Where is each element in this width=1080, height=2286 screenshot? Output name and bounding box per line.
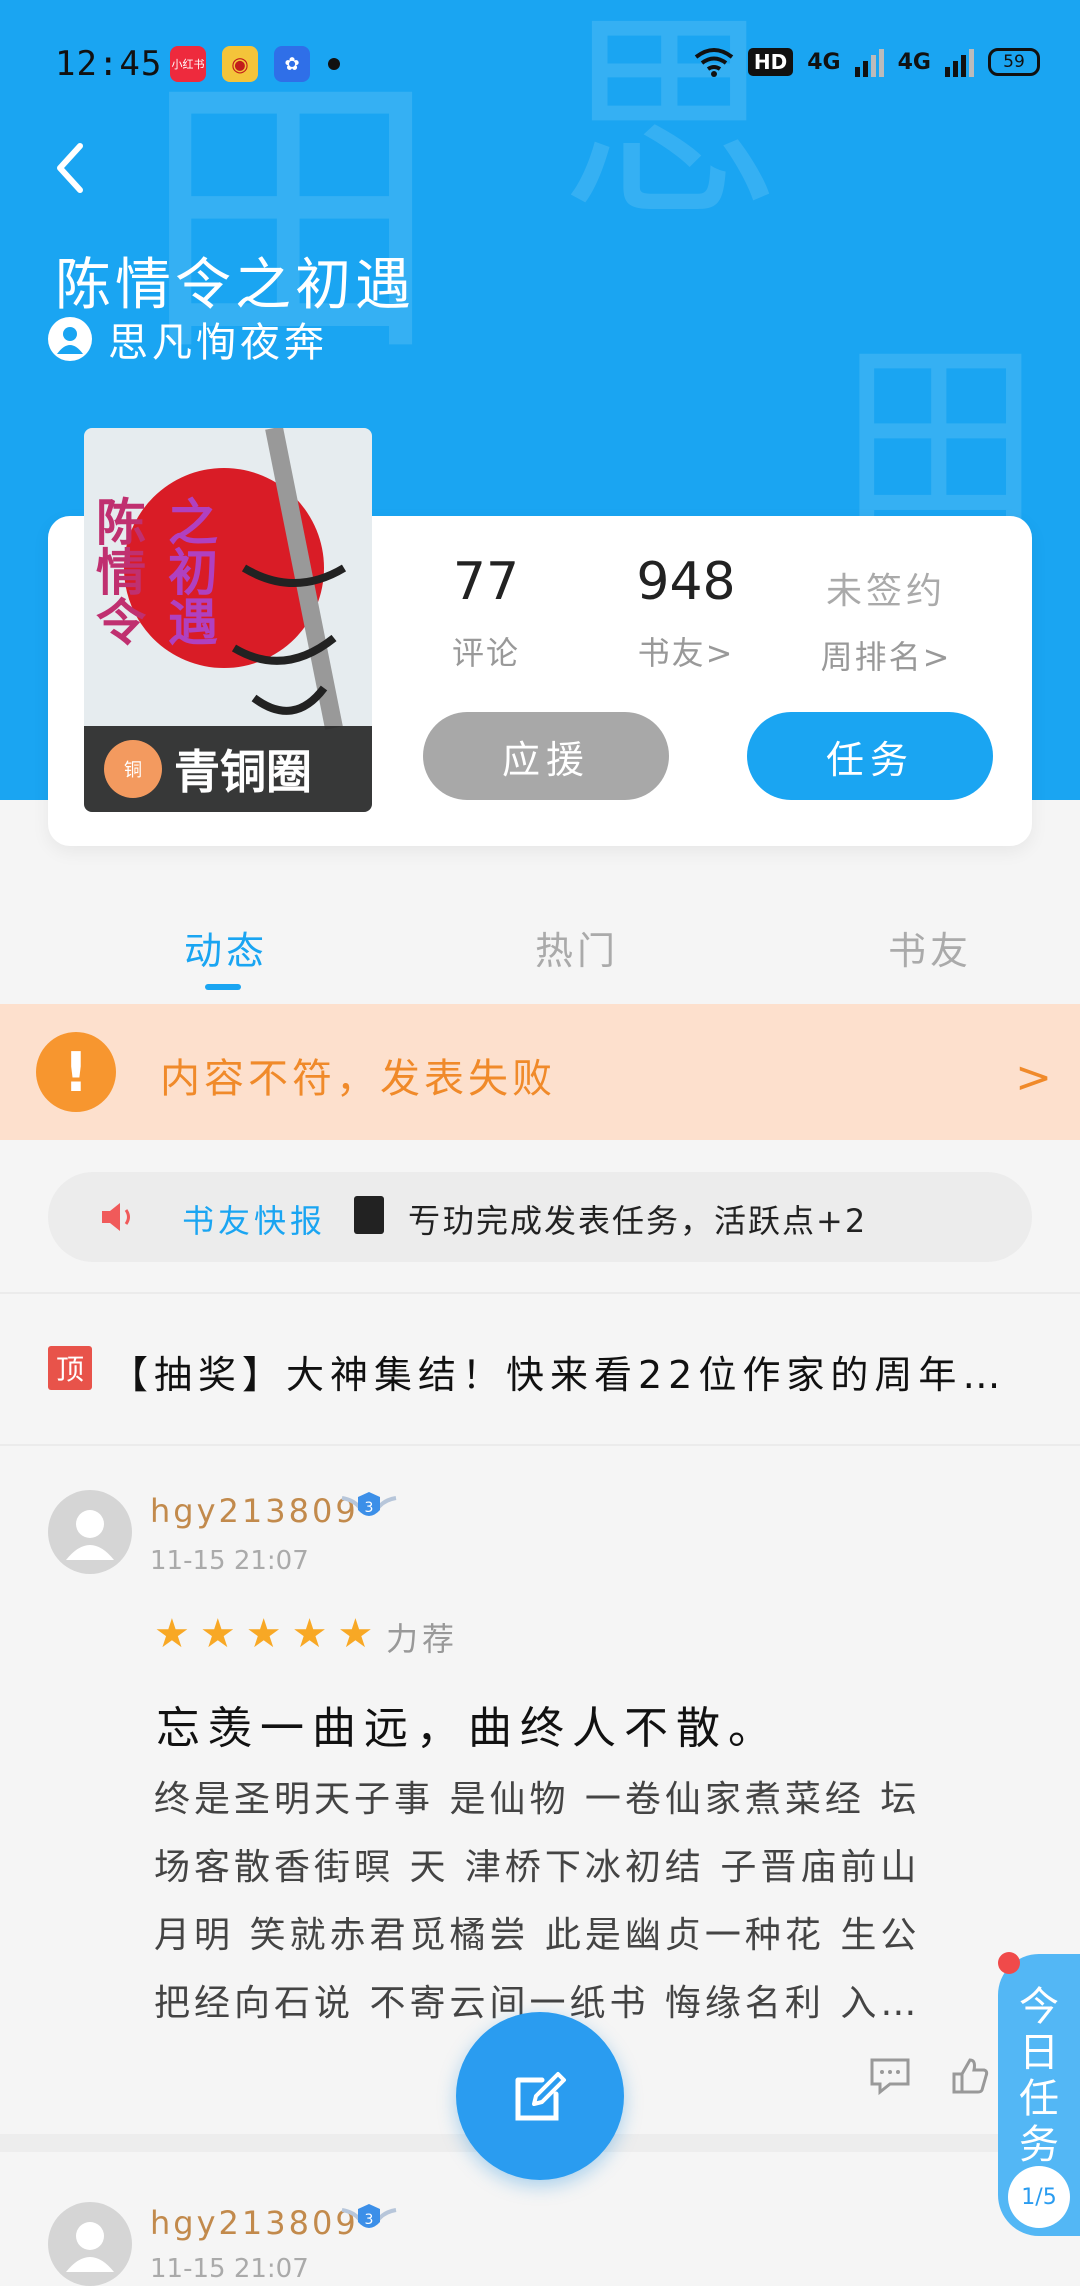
star-icon: ★ <box>245 1611 282 1657</box>
circle-level-label: 青铜圈 <box>174 745 312 799</box>
user-avatar[interactable] <box>48 1490 132 1574</box>
news-label: 书友快报 <box>182 1202 327 1240</box>
post-body-line: 终是圣明天子事 是仙物 一卷仙家煮菜经 坛 <box>154 1779 921 1820</box>
write-post-button[interactable] <box>456 2012 624 2180</box>
comment-stat[interactable]: 77 评论 <box>436 552 536 674</box>
star-icon: ★ <box>154 1611 190 1657</box>
divider <box>0 1292 1080 1294</box>
warning-text: 内容不符，发表失败 <box>160 1056 556 1102</box>
rank-stat[interactable]: 未签约 周排名> <box>806 562 966 678</box>
daily-task-progress: 1/5 <box>1008 2166 1070 2228</box>
chevron-right-icon: > <box>1015 1052 1052 1103</box>
post-body: 终是圣明天子事 是仙物 一卷仙家煮菜经 坛 场客散香街暝 天 津桥下冰初结 子晋… <box>154 1766 994 2038</box>
star-icon: ★ <box>199 1611 236 1657</box>
rating-label: 力荐 <box>386 1620 459 1658</box>
book-cover[interactable]: 陈情令 之初遇 铜 青铜圈 <box>84 428 372 812</box>
star-icon: ★ <box>337 1611 374 1657</box>
warning-icon: ! <box>36 1032 116 1112</box>
author-name: 思凡恂夜奔 <box>108 320 328 366</box>
news-ticker[interactable]: 书友快报 亐玏完成发表任务，活跃点+2 <box>48 1172 1032 1262</box>
divider <box>0 1444 1080 1446</box>
watermark-glyph: 田 <box>840 323 1041 556</box>
tab-bar: 动态 热门 书友 <box>0 900 1080 1000</box>
cover-title-char: 陈情令 <box>96 493 146 652</box>
news-message: 亐玏完成发表任务，活跃点+2 <box>408 1202 868 1240</box>
rating-stars: ★ ★ ★ ★ ★ <box>154 1614 373 1654</box>
pinned-badge: 顶 <box>48 1346 92 1390</box>
post-title: 忘羡一曲远，曲终人不散。 <box>156 1703 780 1754</box>
network-label-2: 4G <box>897 49 931 75</box>
xiaohongshu-icon: 小红书 <box>170 46 206 82</box>
pinned-post[interactable]: 顶 【抽奖】大神集结！快来看22位作家的周年… <box>0 1296 1080 1444</box>
author-link[interactable]: 思凡恂夜奔 <box>48 310 328 368</box>
tab-dynamic[interactable]: 动态 <box>184 920 268 975</box>
sign-status: 未签约 <box>825 571 946 612</box>
wifi-icon <box>694 48 734 77</box>
support-button[interactable]: 应援 <box>423 712 669 800</box>
fans-stat[interactable]: 948 书友> <box>616 552 756 674</box>
post-body-line: 月明 笑就赤君觅橘尝 此是幽贞一种花 生公 <box>154 1915 921 1956</box>
signal-icon <box>854 47 884 77</box>
tab-friends[interactable]: 书友 <box>888 920 972 975</box>
hd-badge: HD <box>747 48 794 76</box>
username[interactable]: hgy213809 <box>150 2204 359 2242</box>
user-avatar[interactable] <box>48 2202 132 2286</box>
rank-label: 周排名> <box>820 638 952 676</box>
post-failed-banner[interactable]: ! 内容不符，发表失败 > <box>0 1004 1080 1140</box>
signal-icon <box>945 47 974 77</box>
status-right: HD 4G 4G 59 <box>694 42 1040 82</box>
comment-count: 77 <box>452 552 520 612</box>
status-bar: 12:45 小红书 ◉ ✿ HD 4G 4G 59 <box>0 0 1080 130</box>
like-icon[interactable] <box>950 2056 990 2096</box>
user-avatar <box>354 1196 384 1234</box>
pinned-title: 【抽奖】大神集结！快来看22位作家的周年… <box>110 1353 1007 1397</box>
star-icon: ★ <box>291 1611 328 1657</box>
status-time: 12:45 <box>55 44 163 84</box>
daily-task-label: 今日任务 <box>1019 1984 1059 2168</box>
battery-icon: 59 <box>988 48 1040 76</box>
speaker-icon <box>102 1203 130 1231</box>
bronze-circle-badge[interactable]: 铜 青铜圈 <box>84 726 372 812</box>
post-body-line: 场客散香街暝 天 津桥下冰初结 子晋庙前山 <box>154 1847 921 1888</box>
notification-dot <box>328 58 340 70</box>
tab-hot[interactable]: 热门 <box>535 920 619 975</box>
tab-indicator <box>205 984 241 990</box>
notification-dot <box>998 1952 1020 1974</box>
level-badge-icon: 3 <box>341 1492 397 1516</box>
weibo-icon: ◉ <box>222 46 258 82</box>
fans-count: 948 <box>636 552 736 612</box>
task-button[interactable]: 任务 <box>747 712 993 800</box>
user-icon <box>48 317 92 361</box>
page-title: 陈情令之初遇 <box>55 253 415 318</box>
bronze-medal-icon: 铜 <box>104 740 162 798</box>
post-time: 11-15 21:07 <box>150 1546 309 1576</box>
comment-icon[interactable] <box>868 2056 912 2096</box>
back-arrow-icon[interactable] <box>50 140 90 196</box>
baidu-icon: ✿ <box>274 46 310 82</box>
level-number: 3 <box>365 2212 374 2228</box>
edit-icon <box>515 2072 566 2121</box>
fans-label: 书友> <box>637 634 735 672</box>
username[interactable]: hgy213809 <box>150 1492 359 1530</box>
level-badge-icon: 3 <box>341 2204 397 2228</box>
comment-label: 评论 <box>451 634 520 672</box>
network-label-1: 4G <box>807 49 841 75</box>
cover-title-char: 之初遇 <box>168 493 218 652</box>
daily-task-widget[interactable]: 今日任务 1/5 <box>998 1952 1080 2236</box>
level-number: 3 <box>365 1500 374 1516</box>
